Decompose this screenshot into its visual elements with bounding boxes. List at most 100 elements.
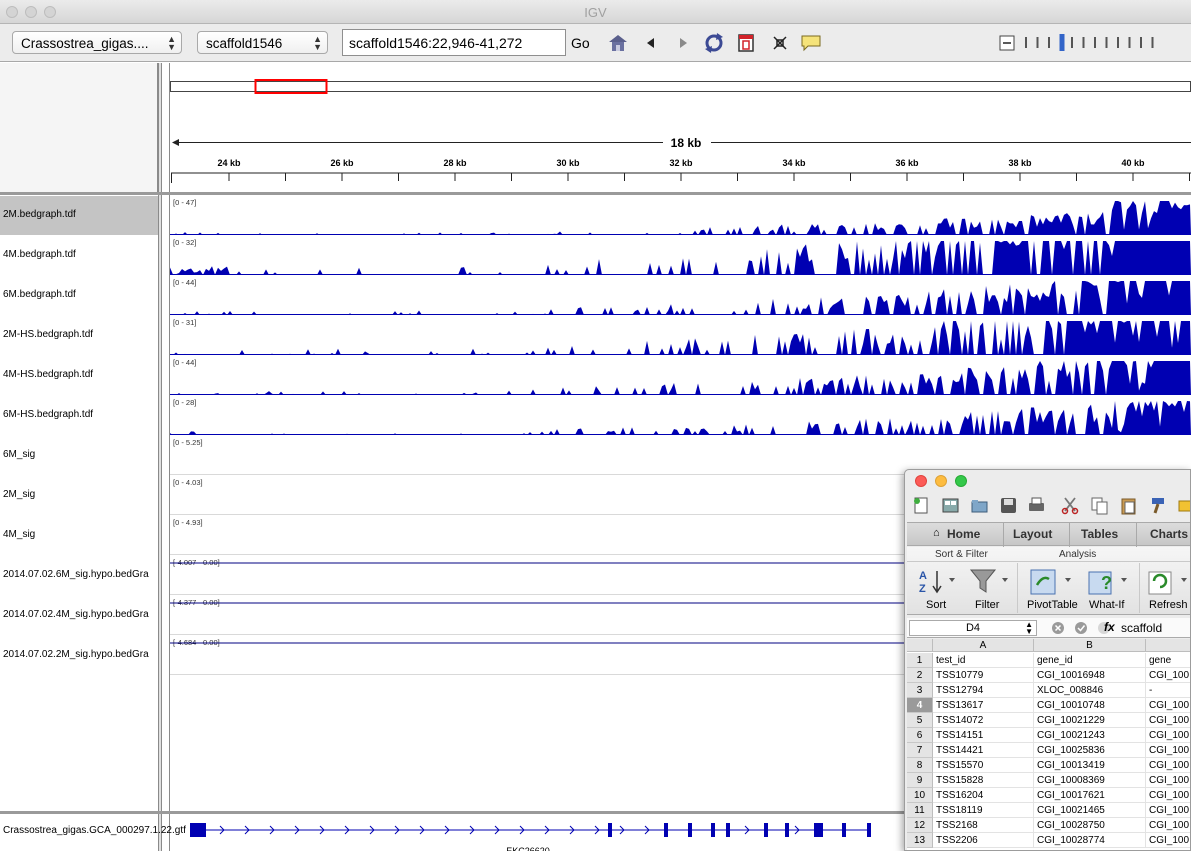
- what-if-icon[interactable]: ?: [1087, 567, 1131, 597]
- cell-gene-id[interactable]: CGI_10008369: [1034, 773, 1146, 788]
- cell-gene-id[interactable]: CGI_10028774: [1034, 833, 1146, 848]
- row-header[interactable]: 3: [907, 683, 933, 698]
- back-arrow-icon[interactable]: [640, 32, 662, 54]
- cell-gene[interactable]: CGI_100: [1146, 728, 1190, 743]
- cell-test-id[interactable]: TSS15570: [933, 758, 1034, 773]
- pivottable-icon[interactable]: [1029, 567, 1073, 597]
- row-header[interactable]: 2: [907, 668, 933, 683]
- cell-gene-id[interactable]: CGI_10021243: [1034, 728, 1146, 743]
- what-if-button[interactable]: What-If: [1089, 599, 1124, 611]
- spreadsheet-grid[interactable]: A B 1 test_id gene_id gene 2 TSS10779 CGI_100169…: [907, 639, 1190, 850]
- track-3[interactable]: [0 - 31]: [170, 315, 1191, 355]
- cell-gene[interactable]: CGI_100: [1146, 758, 1190, 773]
- cell-gene-id[interactable]: CGI_10016948: [1034, 668, 1146, 683]
- format-painter-icon[interactable]: [1148, 496, 1167, 515]
- zoom-tick[interactable]: [1082, 37, 1085, 48]
- row-header[interactable]: 5: [907, 713, 933, 728]
- filter-icon[interactable]: [969, 567, 1011, 597]
- chromosome-dropdown[interactable]: scaffold1546 ▲ ▼: [197, 31, 328, 54]
- cell-gene[interactable]: CGI_100: [1146, 713, 1190, 728]
- track-name[interactable]: 6M_sig: [3, 449, 156, 460]
- locus-input[interactable]: scaffold1546:22,946-41,272: [342, 29, 566, 56]
- cut-icon[interactable]: [1061, 496, 1080, 515]
- zoom-thumb[interactable]: [1059, 34, 1065, 51]
- cell-gene[interactable]: CGI_100: [1146, 698, 1190, 713]
- gallery-icon[interactable]: [941, 496, 960, 515]
- cell-gene-id[interactable]: CGI_10017621: [1034, 788, 1146, 803]
- refresh-data-icon[interactable]: [1147, 567, 1191, 597]
- column-header-b[interactable]: B: [1034, 639, 1146, 652]
- row-header[interactable]: 8: [907, 758, 933, 773]
- zoom-slider[interactable]: [999, 33, 1191, 53]
- more-toolbar-icon[interactable]: [1177, 496, 1191, 515]
- sort-icon[interactable]: A Z: [917, 567, 957, 597]
- cell-test-id[interactable]: TSS12794: [933, 683, 1034, 698]
- column-header-c[interactable]: [1146, 639, 1190, 652]
- track-name[interactable]: 4M-HS.bedgraph.tdf: [3, 369, 156, 380]
- zoom-tick[interactable]: [1094, 37, 1096, 48]
- excel-window[interactable]: Home Layout Tables Charts ⌂ Sort & Filter An…: [904, 469, 1191, 851]
- print-icon[interactable]: [1027, 496, 1046, 515]
- filter-button[interactable]: Filter: [975, 599, 999, 611]
- row-header[interactable]: 9: [907, 773, 933, 788]
- row-header[interactable]: 13: [907, 833, 933, 848]
- cell-gene-id[interactable]: CGI_10010748: [1034, 698, 1146, 713]
- pivottable-button[interactable]: PivotTable: [1027, 599, 1078, 611]
- go-button[interactable]: Go: [571, 35, 590, 51]
- track-2[interactable]: [0 - 44]: [170, 275, 1191, 315]
- cell-gene[interactable]: gene: [1146, 653, 1190, 668]
- track-name[interactable]: 2014.07.02.4M_sig.hypo.bedGra: [3, 609, 156, 620]
- chromosome-ideogram[interactable]: [170, 81, 1191, 92]
- track-name[interactable]: 4M.bedgraph.tdf: [3, 249, 156, 260]
- cell-gene[interactable]: CGI_100: [1146, 803, 1190, 818]
- open-folder-icon[interactable]: [970, 496, 989, 515]
- cell-test-id[interactable]: TSS2168: [933, 818, 1034, 833]
- track-name[interactable]: 2M_sig: [3, 489, 156, 500]
- track-name[interactable]: 2M.bedgraph.tdf: [3, 209, 156, 220]
- formula-value[interactable]: scaffold: [1121, 621, 1162, 635]
- tab-layout[interactable]: Layout: [1013, 527, 1052, 541]
- tab-tables[interactable]: Tables: [1081, 527, 1118, 541]
- excel-close-button[interactable]: [915, 475, 927, 487]
- select-all-corner[interactable]: [907, 639, 933, 652]
- zoom-tick[interactable]: [1151, 37, 1154, 48]
- resize-icon[interactable]: [769, 32, 791, 54]
- cell-test-id[interactable]: TSS14151: [933, 728, 1034, 743]
- column-header-a[interactable]: A: [933, 639, 1034, 652]
- cancel-icon[interactable]: [1051, 621, 1065, 635]
- refresh-button[interactable]: Refresh: [1149, 599, 1188, 611]
- genome-dropdown[interactable]: Crassostrea_gigas.... ▲ ▼: [12, 31, 182, 54]
- popup-text-icon[interactable]: [800, 32, 822, 54]
- track-5[interactable]: [0 - 28]: [170, 395, 1191, 435]
- track-name[interactable]: 2M-HS.bedgraph.tdf: [3, 329, 156, 340]
- zoom-tick[interactable]: [1105, 37, 1108, 48]
- track-1[interactable]: [0 - 32]: [170, 235, 1191, 275]
- home-icon[interactable]: [607, 32, 629, 54]
- cell-gene-id[interactable]: gene_id: [1034, 653, 1146, 668]
- save-icon[interactable]: [999, 496, 1018, 515]
- row-header[interactable]: 4: [907, 698, 933, 713]
- cell-gene-id[interactable]: CGI_10028750: [1034, 818, 1146, 833]
- roi-icon[interactable]: [735, 32, 757, 54]
- cell-gene[interactable]: CGI_100: [1146, 818, 1190, 833]
- tab-charts[interactable]: Charts: [1150, 527, 1188, 541]
- row-header[interactable]: 12: [907, 818, 933, 833]
- zoom-tick[interactable]: [1128, 37, 1131, 48]
- copy-icon[interactable]: [1090, 496, 1109, 515]
- track-name[interactable]: 2014.07.02.6M_sig.hypo.bedGra: [3, 569, 156, 580]
- tab-home[interactable]: Home: [947, 527, 980, 541]
- cell-test-id[interactable]: TSS15828: [933, 773, 1034, 788]
- zoom-tick[interactable]: [1025, 37, 1027, 48]
- row-header[interactable]: 10: [907, 788, 933, 803]
- cell-gene[interactable]: CGI_100: [1146, 743, 1190, 758]
- cell-gene[interactable]: CGI_100: [1146, 833, 1190, 848]
- track-4[interactable]: [0 - 44]: [170, 355, 1191, 395]
- cell-gene-id[interactable]: XLOC_008846: [1034, 683, 1146, 698]
- zoom-tick[interactable]: [1117, 37, 1119, 48]
- cell-test-id[interactable]: TSS14421: [933, 743, 1034, 758]
- cell-gene[interactable]: -: [1146, 683, 1190, 698]
- zoom-tick[interactable]: [1071, 37, 1073, 48]
- cell-test-id[interactable]: TSS16204: [933, 788, 1034, 803]
- track-name[interactable]: 6M.bedgraph.tdf: [3, 289, 156, 300]
- cell-gene[interactable]: CGI_100: [1146, 668, 1190, 683]
